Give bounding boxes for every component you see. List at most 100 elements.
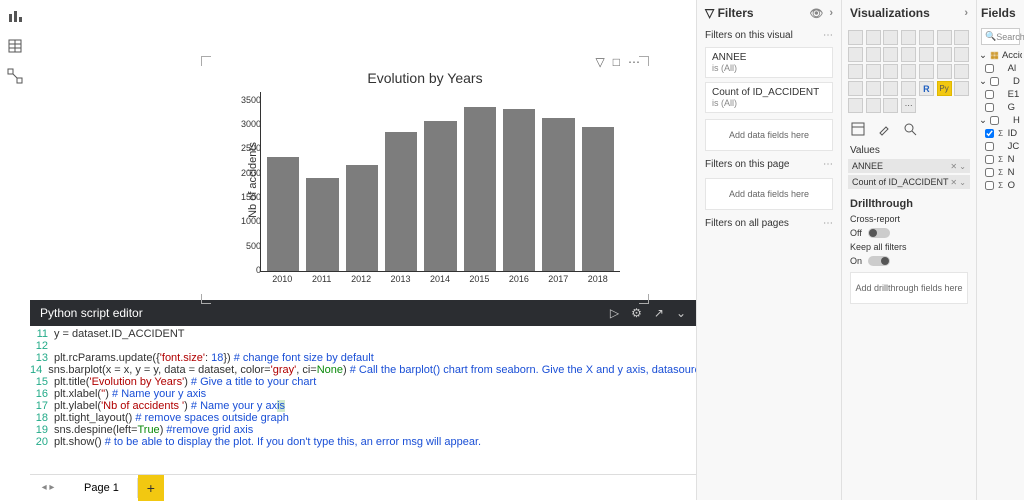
code-line[interactable]: 14sns.barplot(x = x, y = y, data = datas…	[30, 364, 696, 376]
viz-type-stacked-bar[interactable]	[848, 30, 863, 45]
section-more-icon[interactable]: ⋯	[823, 30, 833, 41]
add-drillthrough-well[interactable]: Add drillthrough fields here	[850, 272, 968, 304]
viz-type-line-stacked[interactable]	[866, 47, 881, 62]
field-row[interactable]: ⌄H	[979, 114, 1022, 127]
viz-type-donut[interactable]	[954, 47, 969, 62]
code-line[interactable]: 15plt.title('Evolution by Years') # Give…	[30, 376, 696, 388]
field-row[interactable]: Al	[979, 62, 1022, 75]
viz-type-waterfall[interactable]	[901, 47, 916, 62]
field-checkbox[interactable]	[990, 77, 999, 86]
analytics-tab-icon[interactable]	[902, 121, 918, 137]
collapse-editor-icon[interactable]: ⌄	[676, 306, 686, 320]
code-line[interactable]: 19sns.despine(left=True) #remove grid ax…	[30, 424, 696, 436]
field-row[interactable]: ⌄D	[979, 75, 1022, 88]
field-row[interactable]: JC	[979, 140, 1022, 153]
code-line[interactable]: 17plt.ylabel('Nb of accidents ') # Name …	[30, 400, 696, 412]
table-node[interactable]: ⌄▦Accid	[979, 49, 1022, 62]
field-row[interactable]: ΣID	[979, 127, 1022, 140]
code-line[interactable]: 18plt.tight_layout() # remove spaces out…	[30, 412, 696, 424]
fields-search-input[interactable]: 🔍 Search	[981, 28, 1020, 45]
field-checkbox[interactable]	[985, 181, 994, 190]
value-field-pill[interactable]: Count of ID_ACCIDENT✕ ⌄	[848, 175, 970, 189]
field-checkbox[interactable]	[985, 142, 994, 151]
viz-type-stacked-area[interactable]	[954, 30, 969, 45]
more-options-icon[interactable]: ⋯	[628, 55, 640, 69]
python-visual[interactable]: ▽ □ ⋯ Evolution by Years Nb of accidents…	[205, 60, 645, 300]
viz-type-clustered-column[interactable]	[901, 30, 916, 45]
format-tab-icon[interactable]	[876, 121, 892, 137]
viz-type-more[interactable]: ⋯	[901, 98, 916, 113]
field-checkbox[interactable]	[985, 155, 994, 164]
run-script-icon[interactable]: ▷	[610, 306, 619, 320]
popout-icon[interactable]: ↗	[654, 306, 664, 320]
field-checkbox[interactable]	[990, 116, 999, 125]
page-nav[interactable]: ◂ ▸	[30, 482, 66, 493]
viz-type-paginated[interactable]	[883, 98, 898, 113]
filter-icon[interactable]: ▽	[596, 55, 605, 69]
viz-type-r-visual[interactable]: R	[919, 81, 934, 96]
script-editor-body[interactable]: 11y = dataset.ID_ACCIDENT1213plt.rcParam…	[30, 326, 696, 474]
cross-report-toggle[interactable]	[868, 228, 890, 238]
data-view-icon[interactable]	[5, 36, 25, 56]
viz-type-matrix[interactable]	[901, 81, 916, 96]
code-line[interactable]: 20plt.show() # to be able to display the…	[30, 436, 696, 448]
focus-mode-icon[interactable]: □	[613, 55, 620, 69]
field-row[interactable]: ΣN	[979, 166, 1022, 179]
report-view-icon[interactable]	[5, 6, 25, 26]
viz-type-line[interactable]	[919, 30, 934, 45]
field-checkbox[interactable]	[985, 90, 994, 99]
viz-type-pie[interactable]	[937, 47, 952, 62]
remove-field-icon[interactable]: ✕ ⌄	[950, 178, 966, 187]
viz-type-area[interactable]	[937, 30, 952, 45]
viz-type-scatter[interactable]	[919, 47, 934, 62]
keep-filters-toggle[interactable]	[868, 256, 890, 266]
viz-type-ribbon[interactable]	[883, 47, 898, 62]
collapse-filters-icon[interactable]: ›	[829, 7, 833, 20]
viz-type-clustered-bar[interactable]	[866, 30, 881, 45]
fields-tab-icon[interactable]	[850, 121, 866, 137]
viz-type-table[interactable]	[883, 81, 898, 96]
viz-type-funnel[interactable]	[901, 64, 916, 79]
field-row[interactable]: G	[979, 101, 1022, 114]
viz-type-key-influencers[interactable]	[954, 81, 969, 96]
viz-type-treemap[interactable]	[848, 64, 863, 79]
viz-type-slicer[interactable]	[866, 81, 881, 96]
field-checkbox[interactable]	[985, 103, 994, 112]
field-row[interactable]: E1	[979, 88, 1022, 101]
code-line[interactable]: 11y = dataset.ID_ACCIDENT	[30, 328, 696, 340]
viz-type-kpi[interactable]	[848, 81, 863, 96]
viz-type-qa[interactable]	[866, 98, 881, 113]
viz-type-filled-map[interactable]	[883, 64, 898, 79]
show-filter-icon[interactable]: 👁	[809, 7, 823, 20]
code-line[interactable]: 12	[30, 340, 696, 352]
viz-type-card[interactable]	[937, 64, 952, 79]
remove-field-icon[interactable]: ✕ ⌄	[950, 162, 966, 171]
field-row[interactable]: ΣO	[979, 179, 1022, 192]
field-checkbox[interactable]	[985, 64, 994, 73]
code-line[interactable]: 13plt.rcParams.update({'font.size': 18})…	[30, 352, 696, 364]
filter-card[interactable]: ANNEE is (All)	[705, 47, 833, 78]
add-filter-well[interactable]: Add data fields here	[705, 178, 833, 210]
viz-type-map[interactable]	[866, 64, 881, 79]
add-page-button[interactable]: +	[138, 475, 164, 501]
viz-type-stacked-column[interactable]	[883, 30, 898, 45]
viz-type-gauge[interactable]	[919, 64, 934, 79]
report-canvas[interactable]: ▽ □ ⋯ Evolution by Years Nb of accidents…	[30, 0, 696, 300]
add-filter-well[interactable]: Add data fields here	[705, 119, 833, 151]
section-more-icon[interactable]: ⋯	[823, 159, 833, 170]
value-field-pill[interactable]: ANNEE✕ ⌄	[848, 159, 970, 173]
filter-card[interactable]: Count of ID_ACCIDENT is (All)	[705, 82, 833, 113]
page-tab[interactable]: Page 1	[66, 478, 138, 498]
collapse-viz-icon[interactable]: ›	[964, 7, 968, 19]
code-line[interactable]: 16plt.xlabel('') # Name your y axis	[30, 388, 696, 400]
model-view-icon[interactable]	[5, 66, 25, 86]
viz-type-line-clustered[interactable]	[848, 47, 863, 62]
viz-type-multi-row-card[interactable]	[954, 64, 969, 79]
script-options-icon[interactable]: ⚙	[631, 306, 642, 320]
section-more-icon[interactable]: ⋯	[823, 218, 833, 229]
field-row[interactable]: ΣN	[979, 153, 1022, 166]
field-checkbox[interactable]	[985, 129, 994, 138]
viz-type-decomposition[interactable]	[848, 98, 863, 113]
viz-type-python-visual[interactable]: Py	[937, 81, 952, 96]
field-checkbox[interactable]	[985, 168, 994, 177]
